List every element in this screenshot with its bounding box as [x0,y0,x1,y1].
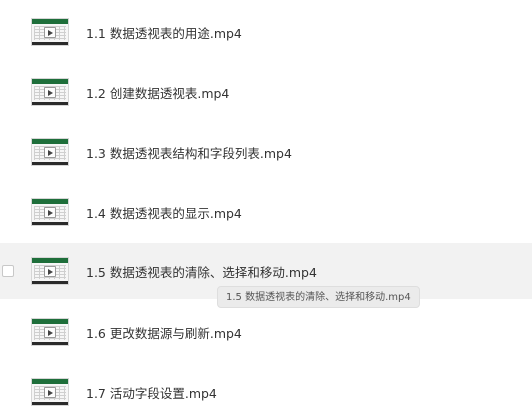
play-icon [44,147,56,158]
file-name[interactable]: 1.6 更改数据源与刷新.mp4 [86,323,242,342]
file-list: 1.1 数据透视表的用途.mp4 1.2 创建数据透视表.mp4 1.3 数据透… [0,0,532,417]
play-icon [44,387,56,398]
file-row[interactable]: 1.1 数据透视表的用途.mp4 [0,4,532,60]
filename-tooltip: 1.5 数据透视表的清除、选择和移动.mp4 [217,286,420,308]
video-thumbnail-icon[interactable] [31,318,69,346]
play-icon [44,87,56,98]
file-name[interactable]: 1.4 数据透视表的显示.mp4 [86,203,242,222]
video-thumbnail-icon[interactable] [31,378,69,406]
video-thumbnail-icon[interactable] [31,257,69,285]
file-row[interactable]: 1.2 创建数据透视表.mp4 [0,64,532,120]
video-thumbnail-icon[interactable] [31,78,69,106]
video-thumbnail-icon[interactable] [31,138,69,166]
file-row[interactable]: 1.4 数据透视表的显示.mp4 [0,184,532,240]
select-checkbox[interactable] [2,265,14,277]
file-name[interactable]: 1.1 数据透视表的用途.mp4 [86,23,242,42]
file-row[interactable]: 1.3 数据透视表结构和字段列表.mp4 [0,124,532,180]
video-thumbnail-icon[interactable] [31,198,69,226]
file-name[interactable]: 1.5 数据透视表的清除、选择和移动.mp4 [86,262,317,281]
play-icon [44,327,56,338]
file-row[interactable]: 1.6 更改数据源与刷新.mp4 [0,304,532,360]
file-name[interactable]: 1.7 活动字段设置.mp4 [86,383,217,402]
file-row[interactable]: 1.7 活动字段设置.mp4 [0,364,532,417]
video-thumbnail-icon[interactable] [31,18,69,46]
play-icon [44,266,56,277]
play-icon [44,27,56,38]
file-name[interactable]: 1.3 数据透视表结构和字段列表.mp4 [86,143,292,162]
file-name[interactable]: 1.2 创建数据透视表.mp4 [86,83,229,102]
play-icon [44,207,56,218]
